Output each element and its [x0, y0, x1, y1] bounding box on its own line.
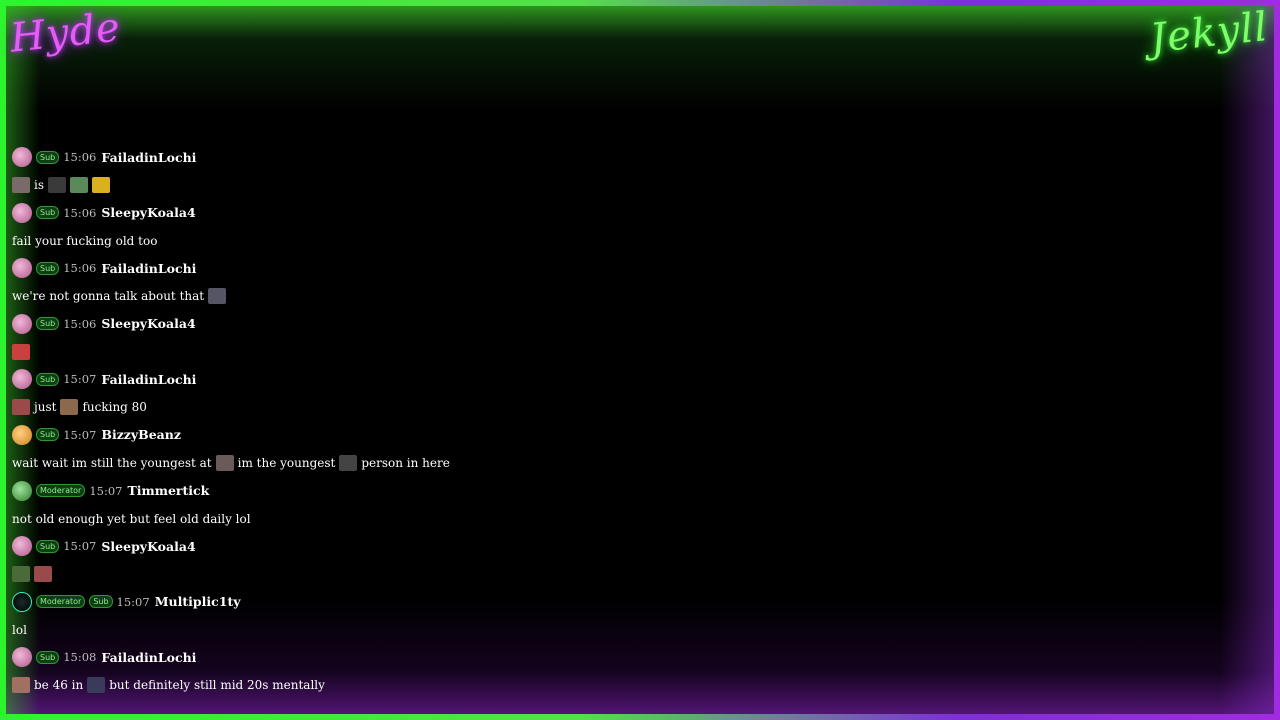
emote-icon: [12, 677, 30, 694]
message-text: person in here: [361, 455, 450, 470]
avatar-icon[interactable]: [12, 536, 32, 557]
message-timestamp: 15:06: [63, 150, 97, 164]
message-body: is: [12, 172, 712, 198]
message-text: is: [34, 178, 44, 192]
message-meta: Sub 15:07 BizzyBeanz: [12, 424, 712, 446]
emote-icon: [12, 177, 30, 193]
message-meta: Sub 15:07 FailadinLochi: [12, 368, 712, 390]
message-timestamp: 15:07: [63, 539, 97, 554]
emote-icon: [92, 177, 110, 193]
message-body: not old enough yet but feel old daily lo…: [12, 506, 712, 532]
chat-message: Moderator Sub 15:07 Multiplic1ty lol: [12, 591, 712, 647]
message-meta: Sub 15:08 FailadinLochi: [12, 646, 712, 668]
chat-message: Sub 15:06 FailadinLochi is: [12, 146, 712, 202]
chat-log: Sub 15:06 FailadinLochi is Sub 15:06 SleepyKoa…: [12, 146, 712, 702]
moderator-badge: Moderator: [36, 595, 86, 609]
avatar-icon[interactable]: [12, 424, 32, 445]
username[interactable]: FailadinLochi: [101, 150, 196, 165]
message-meta: Moderator 15:07 Timmertick: [12, 480, 712, 502]
avatar-icon[interactable]: [12, 147, 32, 167]
message-timestamp: 15:06: [63, 261, 97, 276]
username[interactable]: FailadinLochi: [101, 261, 196, 276]
emote-icon: [48, 177, 66, 193]
avatar-icon[interactable]: [12, 480, 32, 501]
message-text: be 46 in: [34, 678, 84, 693]
avatar-icon[interactable]: [12, 369, 32, 390]
sub-badge: Sub: [89, 595, 113, 609]
emote-icon: [70, 177, 88, 193]
message-body: [12, 561, 712, 587]
moderator-badge: Moderator: [36, 484, 86, 498]
emote-icon: [12, 399, 30, 416]
avatar-icon[interactable]: [12, 591, 32, 612]
avatar-icon[interactable]: [12, 313, 32, 334]
chat-message: Sub 15:06 SleepyKoala4: [12, 313, 712, 369]
message-timestamp: 15:07: [116, 594, 150, 609]
sub-badge: Sub: [36, 317, 60, 331]
message-body: [12, 339, 712, 365]
sub-badge: Sub: [36, 650, 60, 664]
emote-icon: [87, 677, 106, 694]
emote-icon: [215, 454, 234, 471]
message-timestamp: 15:07: [63, 372, 97, 387]
message-meta: Sub 15:07 SleepyKoala4: [12, 535, 712, 557]
emote-icon: [34, 566, 52, 583]
message-meta: Moderator Sub 15:07 Multiplic1ty: [12, 591, 712, 613]
message-timestamp: 15:06: [63, 205, 97, 220]
sub-badge: Sub: [36, 261, 60, 275]
sub-badge: Sub: [36, 150, 60, 164]
chat-message: Sub 15:07 BizzyBeanz wait wait im still the…: [12, 424, 712, 480]
message-meta: Sub 15:06 FailadinLochi: [12, 257, 712, 279]
emote-icon: [12, 566, 30, 583]
sub-badge: Sub: [36, 206, 60, 220]
username[interactable]: BizzyBeanz: [101, 427, 181, 442]
message-body: lol: [12, 617, 712, 643]
emote-icon: [339, 454, 358, 471]
chat-message: Sub 15:06 SleepyKoala4 fail your fucking ol…: [12, 202, 712, 258]
sub-badge: Sub: [36, 428, 60, 442]
message-text: wait wait im still the youngest at: [12, 455, 212, 470]
username[interactable]: FailadinLochi: [101, 650, 196, 665]
username[interactable]: Multiplic1ty: [155, 594, 241, 609]
message-body: we're not gonna talk about that: [12, 283, 712, 309]
message-timestamp: 15:07: [89, 483, 123, 498]
message-text: fucking 80: [82, 400, 147, 415]
chat-message: Sub 15:06 FailadinLochi we're not gonna tal…: [12, 257, 712, 313]
emote-icon: [208, 288, 227, 305]
username[interactable]: SleepyKoala4: [101, 316, 195, 331]
message-text: lol: [12, 622, 27, 637]
emote-icon: [12, 343, 30, 360]
avatar-icon[interactable]: [12, 647, 32, 668]
username[interactable]: SleepyKoala4: [101, 205, 195, 220]
message-text: im the youngest: [237, 455, 336, 470]
message-meta: Sub 15:06 SleepyKoala4: [12, 202, 712, 224]
message-timestamp: 15:08: [63, 650, 97, 665]
avatar-icon[interactable]: [12, 202, 32, 223]
username[interactable]: FailadinLochi: [101, 372, 196, 387]
chat-message: Sub 15:07 SleepyKoala4: [12, 535, 712, 591]
avatar-icon[interactable]: [12, 258, 32, 279]
emote-icon: [60, 399, 79, 416]
message-text: fail your fucking old too: [12, 233, 158, 248]
message-timestamp: 15:06: [63, 316, 97, 331]
message-text: we're not gonna talk about that: [12, 289, 205, 304]
message-meta: Sub 15:06 FailadinLochi: [12, 146, 712, 168]
message-meta: Sub 15:06 SleepyKoala4: [12, 313, 712, 335]
sub-badge: Sub: [36, 372, 60, 386]
username[interactable]: Timmertick: [127, 483, 209, 498]
message-timestamp: 15:07: [63, 427, 97, 442]
chat-message: Sub 15:08 FailadinLochi be 46 in but definit…: [12, 646, 712, 702]
message-body: fail your fucking old too: [12, 228, 712, 254]
message-body: wait wait im still the youngest at im the…: [12, 450, 712, 476]
message-text: but definitely still mid 20s mentally: [109, 678, 325, 693]
chat-message: Moderator 15:07 Timmertick not old enough y…: [12, 480, 712, 536]
message-body: just fucking 80: [12, 394, 712, 420]
chat-message: Sub 15:07 FailadinLochi just fucking 80: [12, 368, 712, 424]
message-text: just: [34, 400, 57, 415]
username[interactable]: SleepyKoala4: [101, 539, 195, 554]
sub-badge: Sub: [36, 539, 60, 553]
message-body: be 46 in but definitely still mid 20s men…: [12, 672, 712, 698]
message-text: not old enough yet but feel old daily lo…: [12, 511, 251, 526]
